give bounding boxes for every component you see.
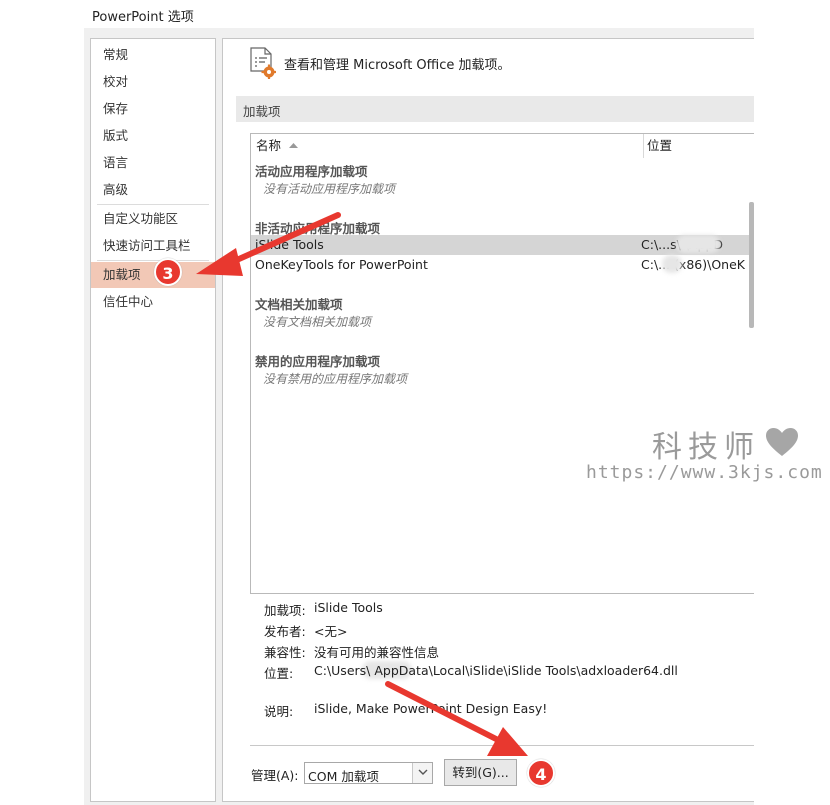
addins-section-bar: 加载项 [236, 96, 754, 122]
table-scrollbar[interactable] [749, 202, 754, 328]
watermark-url: https://www.3kjs.com [586, 462, 823, 483]
sort-ascending-icon [289, 143, 298, 148]
step-badge-3: 3 [154, 258, 182, 286]
sidebar-item-customize-ribbon[interactable]: 自定义功能区 [91, 206, 215, 232]
sidebar-item-quick-access-toolbar[interactable]: 快速访问工具栏 [91, 233, 215, 259]
sidebar-item-trust-center[interactable]: 信任中心 [91, 289, 215, 315]
detail-location-value: C:\Users\ AppData\Local\iSlide\iSlide To… [314, 663, 678, 678]
row-location: C:\... (x86)\OneK [641, 257, 745, 272]
group-empty-document: 没有文档相关加载项 [263, 315, 372, 329]
group-empty-active: 没有活动应用程序加载项 [263, 182, 396, 196]
group-empty-disabled: 没有禁用的应用程序加载项 [263, 372, 408, 386]
manage-select[interactable]: COM 加载项 [304, 762, 433, 784]
sidebar-item-advanced[interactable]: 高级 [91, 177, 215, 203]
sidebar-item-save[interactable]: 保存 [91, 96, 215, 122]
detail-addin-label: 加载项: [264, 603, 306, 618]
sidebar-separator [97, 204, 209, 205]
sidebar-item-addins[interactable]: 加载项 [91, 262, 215, 288]
step-badge-4: 4 [527, 759, 555, 787]
sidebar-item-language[interactable]: 语言 [91, 150, 215, 176]
group-title-active: 活动应用程序加载项 [255, 164, 368, 179]
detail-compat-value: 没有可用的兼容性信息 [314, 645, 440, 660]
detail-addin-value: iSlide Tools [314, 600, 383, 615]
redaction-blur [676, 235, 720, 253]
detail-compat-label: 兼容性: [264, 645, 306, 660]
group-title-disabled: 禁用的应用程序加载项 [255, 354, 381, 369]
group-title-document: 文档相关加载项 [255, 297, 343, 312]
detail-description-label: 说明: [264, 704, 294, 719]
detail-publisher-value: <无> [314, 624, 348, 639]
column-header-name[interactable]: 名称 [256, 134, 298, 158]
sidebar-item-layout[interactable]: 版式 [91, 123, 215, 149]
row-name: iSlide Tools [255, 237, 324, 252]
row-name: OneKeyTools for PowerPoint [255, 257, 428, 272]
sidebar-item-general[interactable]: 常规 [91, 42, 215, 68]
redaction-blur [662, 255, 682, 273]
addins-table[interactable]: 名称 位置 活动应用程序加载项 没有活动应用程序加载项 非活动应用程序加载项 i… [250, 133, 754, 594]
watermark-title: 科技师 [652, 430, 760, 465]
bottom-divider [250, 745, 754, 746]
detail-description-value: iSlide, Make PowerPoint Design Easy! [314, 701, 548, 716]
sidebar-item-proofing[interactable]: 校对 [91, 69, 215, 95]
chevron-down-icon [418, 769, 428, 775]
manage-label: 管理(A): [251, 768, 299, 783]
column-separator[interactable] [643, 134, 644, 158]
sidebar-separator [97, 260, 209, 261]
options-sidebar: 常规 校对 保存 版式 语言 高级 自定义功能区 快速访问工具栏 加载项 信任中… [90, 38, 216, 802]
column-header-location[interactable]: 位置 [647, 134, 672, 158]
go-button[interactable]: 转到(G)... [444, 759, 517, 786]
detail-publisher-label: 发布者: [264, 624, 306, 639]
heart-icon [766, 428, 798, 456]
manage-select-value: COM 加载项 [308, 769, 379, 784]
detail-location-label: 位置: [264, 666, 294, 681]
window-title: PowerPoint 选项 [92, 10, 194, 25]
addins-document-gear-icon [250, 47, 276, 79]
column-header-name-label: 名称 [256, 138, 282, 153]
section-title: 加载项 [243, 104, 281, 119]
dropdown-arrow[interactable] [412, 763, 432, 783]
panel-header-text: 查看和管理 Microsoft Office 加载项。 [284, 58, 511, 73]
